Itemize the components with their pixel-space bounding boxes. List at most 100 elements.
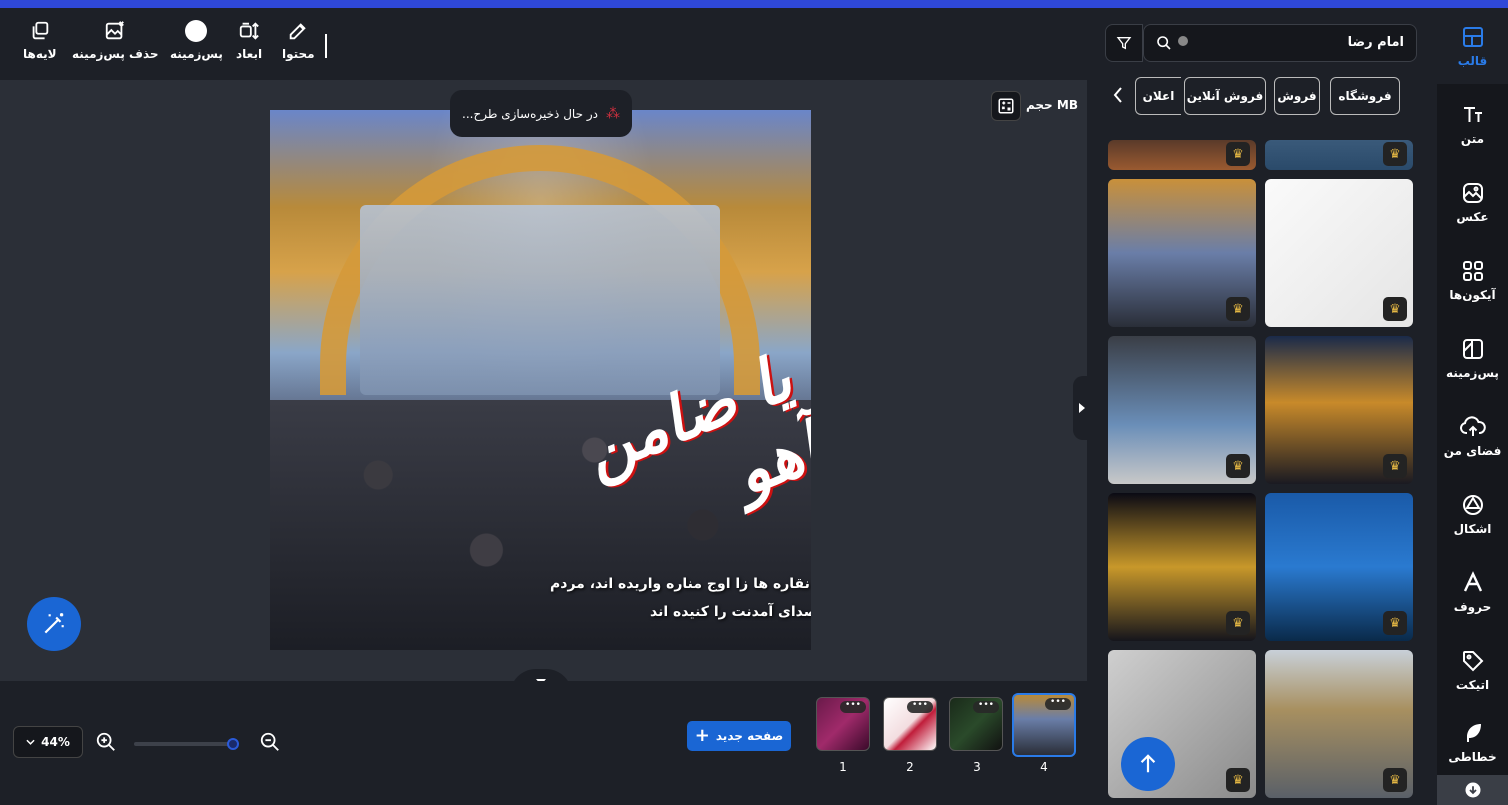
nav-label: اتیکت [1455,677,1490,692]
remove-background-label: حذف پس‌زمینه [72,47,159,61]
chevron-left-icon[interactable] [1111,86,1125,104]
zoom-slider-knob[interactable] [227,738,239,750]
design-caption-line-1[interactable]: نقاره ها زا اوج مناره واریده اند، مردم [550,576,810,592]
page-number-2: 2 [906,760,914,774]
file-size-label: حجم MB [1026,98,1078,112]
pages-bar: 44% صفحه جدید + ••• ••• ••• ••• 1 2 3 4 [0,681,1087,805]
zoom-slider-track[interactable] [134,742,234,746]
upload-icon [1459,415,1486,436]
crown-icon: ♛ [1383,611,1407,635]
category-chip-sales[interactable]: فروش [1274,77,1320,115]
shapes-icon [1462,494,1483,515]
template-card[interactable]: ♛ [1108,140,1256,170]
more-options-icon[interactable]: ••• [973,701,999,713]
zoom-out-button[interactable] [259,731,281,757]
photo-icon [1462,182,1483,203]
page-thumbnail-3[interactable]: ••• [949,697,1003,751]
nav-item-text[interactable]: متن [1437,86,1508,162]
feather-icon [1466,723,1481,742]
new-page-button[interactable]: صفحه جدید + [687,721,791,751]
icons-icon [1462,260,1483,281]
nav-label: عکس [1456,209,1489,224]
filter-button[interactable] [1105,24,1143,62]
more-options-icon[interactable]: ••• [907,701,933,713]
loading-dots-icon: ⁂ [605,105,620,122]
background-tool-button[interactable]: پس‌زمینه [170,20,223,61]
magic-wand-button[interactable] [27,597,81,651]
remove-background-button[interactable]: حذف پس‌زمینه [72,20,159,61]
page-number-1: 1 [839,760,847,774]
template-card[interactable]: ♛ [1265,336,1413,484]
pencil-icon [290,23,307,40]
layers-icon [32,21,49,40]
nav-item-letters[interactable]: حروف [1437,554,1508,630]
zoom-in-button[interactable] [95,731,117,757]
dimensions-tool-label: ابعاد [236,47,263,61]
scroll-to-top-button[interactable] [1121,737,1175,791]
magic-wand-icon [44,613,64,634]
more-options-icon[interactable]: ••• [1045,698,1071,710]
resize-icon [239,22,259,40]
nav-item-my-space[interactable]: فضای من [1437,398,1508,474]
design-canvas[interactable]: یا ضامن آهو نقاره ها زا اوج مناره واریده… [270,110,811,650]
template-card[interactable]: ♛ [1108,493,1256,641]
zoom-select[interactable]: 44% [13,726,83,758]
layers-tool-label: لایه‌ها [23,47,57,61]
page-thumbnail-1[interactable]: ••• [816,697,870,751]
plus-icon: + [694,725,710,746]
page-thumbnail-4[interactable]: ••• [1012,693,1076,757]
dimensions-tool-button[interactable]: ابعاد [236,20,262,61]
main-side-nav: قالب متن عکس آیکون‌ها پس‌زمینه فضای من ا… [1437,8,1508,805]
layers-tool-button[interactable]: لایه‌ها [23,20,57,61]
nav-item-background[interactable]: پس‌زمینه [1437,320,1508,396]
tag-icon [1462,650,1483,671]
page-thumbnail-2[interactable]: ••• [883,697,937,751]
nav-item-photo[interactable]: عکس [1437,164,1508,240]
new-page-label: صفحه جدید [715,729,784,743]
calculator-button[interactable] [991,91,1021,121]
category-chip-online-sales[interactable]: فروش آنلاین [1184,77,1266,115]
arrow-up-icon [1140,754,1156,773]
template-card[interactable]: ♛ [1108,336,1256,484]
image-remove-icon [106,21,125,40]
template-icon [1462,26,1483,47]
nav-item-templates[interactable]: قالب [1437,8,1508,84]
crown-icon: ♛ [1383,297,1407,321]
template-card[interactable]: ♛ [1108,179,1256,327]
template-card[interactable]: ♛ [1265,179,1413,327]
crown-icon: ♛ [1383,768,1407,792]
background-color-swatch [185,20,208,42]
crown-icon: ♛ [1226,611,1250,635]
design-caption-line-2[interactable]: صدای آمدنت را کنیده اند [650,604,811,620]
nav-item-tag[interactable]: اتیکت [1437,632,1508,708]
template-card[interactable]: ♛ [1265,140,1413,170]
toolbar-divider [325,34,327,58]
nav-item-calligraphy[interactable]: خطاطی [1437,710,1508,774]
templates-panel: امام رضا اعلان فروش آنلاین فروش فروشگاه … [1087,8,1437,805]
top-accent-stripe [0,0,1508,8]
chip-label: اعلان [1142,89,1175,103]
search-input[interactable]: امام رضا [1348,35,1404,50]
search-field[interactable]: امام رضا [1143,24,1417,62]
chevron-down-icon [26,739,35,745]
content-tool-button[interactable]: محتوا [282,20,315,61]
nav-label: قالب [1457,53,1488,68]
nav-item-shapes[interactable]: اشکال [1437,476,1508,552]
filter-icon [1116,37,1132,50]
chip-label: فروش [1277,89,1317,103]
crown-icon: ♛ [1383,142,1407,166]
crown-icon: ♛ [1226,142,1250,166]
category-chip-alerts[interactable]: اعلان [1135,77,1181,115]
crown-icon: ♛ [1383,454,1407,478]
nav-label: حروف [1453,599,1492,614]
chip-label: فروشگاه [1338,89,1392,103]
nav-scroll-down-button[interactable] [1437,775,1508,805]
template-card[interactable]: ♛ [1265,650,1413,798]
category-chip-shop[interactable]: فروشگاه [1330,77,1400,115]
template-card[interactable]: ♛ [1265,493,1413,641]
nav-item-icons[interactable]: آیکون‌ها [1437,242,1508,318]
clear-search-icon[interactable] [1178,36,1188,46]
more-options-icon[interactable]: ••• [840,701,866,713]
letters-icon [1463,570,1482,592]
nav-label: فضای من [1443,443,1502,458]
